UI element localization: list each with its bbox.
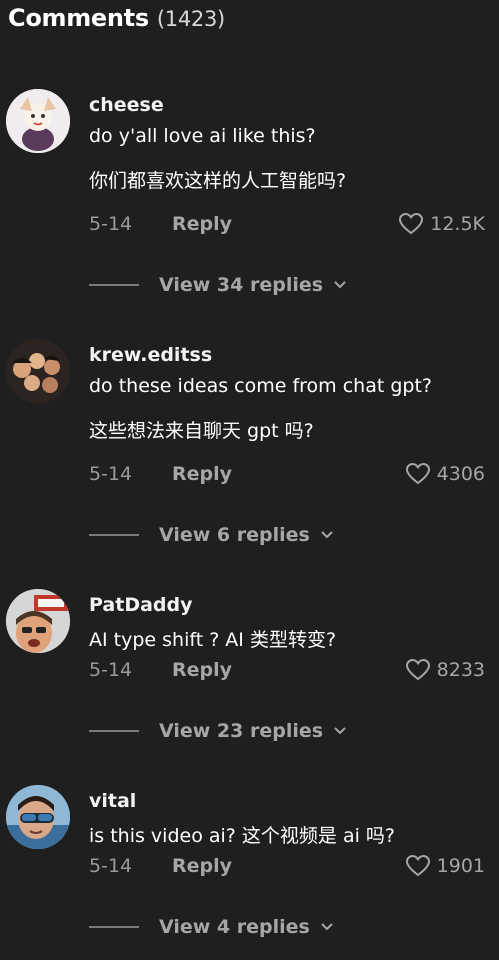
avatar[interactable] xyxy=(6,785,70,849)
view-replies-button[interactable]: View 34 replies xyxy=(89,274,347,296)
heart-outline-icon xyxy=(405,658,430,681)
comment-date: 5-14 xyxy=(89,463,133,485)
comment-date: 5-14 xyxy=(89,659,133,681)
like-count: 1901 xyxy=(436,855,485,877)
comment-date: 5-14 xyxy=(89,213,133,235)
reply-button[interactable]: Reply xyxy=(172,463,232,485)
replies-divider xyxy=(89,284,139,286)
comments-title: Comments xyxy=(8,4,149,32)
reply-button[interactable]: Reply xyxy=(172,855,232,877)
view-replies-label: View 23 replies xyxy=(159,720,324,742)
replies-divider xyxy=(89,534,139,536)
chevron-down-icon xyxy=(334,727,346,735)
chevron-down-icon xyxy=(321,531,333,539)
comments-count: (1423) xyxy=(156,7,225,31)
heart-outline-icon xyxy=(399,212,424,235)
like-button[interactable]: 4306 xyxy=(405,462,485,486)
heart-outline-icon xyxy=(405,462,430,485)
comment-username[interactable]: krew.editss xyxy=(89,344,212,366)
comment-text: is this video ai? 这个视频是 ai 吗? xyxy=(89,825,395,847)
comments-header: Comments (1423) xyxy=(8,4,225,32)
view-replies-label: View 4 replies xyxy=(159,916,310,938)
comment-text: do these ideas come from chat gpt? xyxy=(89,375,432,397)
comment-date: 5-14 xyxy=(89,855,133,877)
comment-text-translation: 这些想法来自聊天 gpt 吗? xyxy=(89,420,314,442)
avatar[interactable] xyxy=(6,89,70,153)
avatar[interactable] xyxy=(6,589,70,653)
like-count: 8233 xyxy=(436,659,485,681)
like-button[interactable]: 8233 xyxy=(405,658,485,682)
replies-divider xyxy=(89,730,139,732)
comment-text-translation: 你们都喜欢这样的人工智能吗? xyxy=(89,170,347,192)
comment-username[interactable]: PatDaddy xyxy=(89,594,193,616)
like-button[interactable]: 12.5K xyxy=(398,212,485,236)
like-button[interactable]: 1901 xyxy=(405,854,485,878)
reply-button[interactable]: Reply xyxy=(172,659,232,681)
replies-divider xyxy=(89,926,139,928)
reply-button[interactable]: Reply xyxy=(172,213,232,235)
view-replies-label: View 6 replies xyxy=(159,524,310,546)
comment-text: AI type shift ? AI 类型转变? xyxy=(89,629,337,651)
like-count: 12.5K xyxy=(430,213,485,235)
view-replies-label: View 34 replies xyxy=(159,274,324,296)
view-replies-button[interactable]: View 23 replies xyxy=(89,720,347,742)
chevron-down-icon xyxy=(334,281,346,289)
view-replies-button[interactable]: View 6 replies xyxy=(89,524,334,546)
chevron-down-icon xyxy=(321,923,333,931)
view-replies-button[interactable]: View 4 replies xyxy=(89,916,334,938)
avatar[interactable] xyxy=(6,339,70,403)
like-count: 4306 xyxy=(436,463,485,485)
comment-username[interactable]: vital xyxy=(89,790,136,812)
comment-username[interactable]: cheese xyxy=(89,94,164,116)
comment-text: do y'all love ai like this? xyxy=(89,125,316,147)
heart-outline-icon xyxy=(405,854,430,877)
